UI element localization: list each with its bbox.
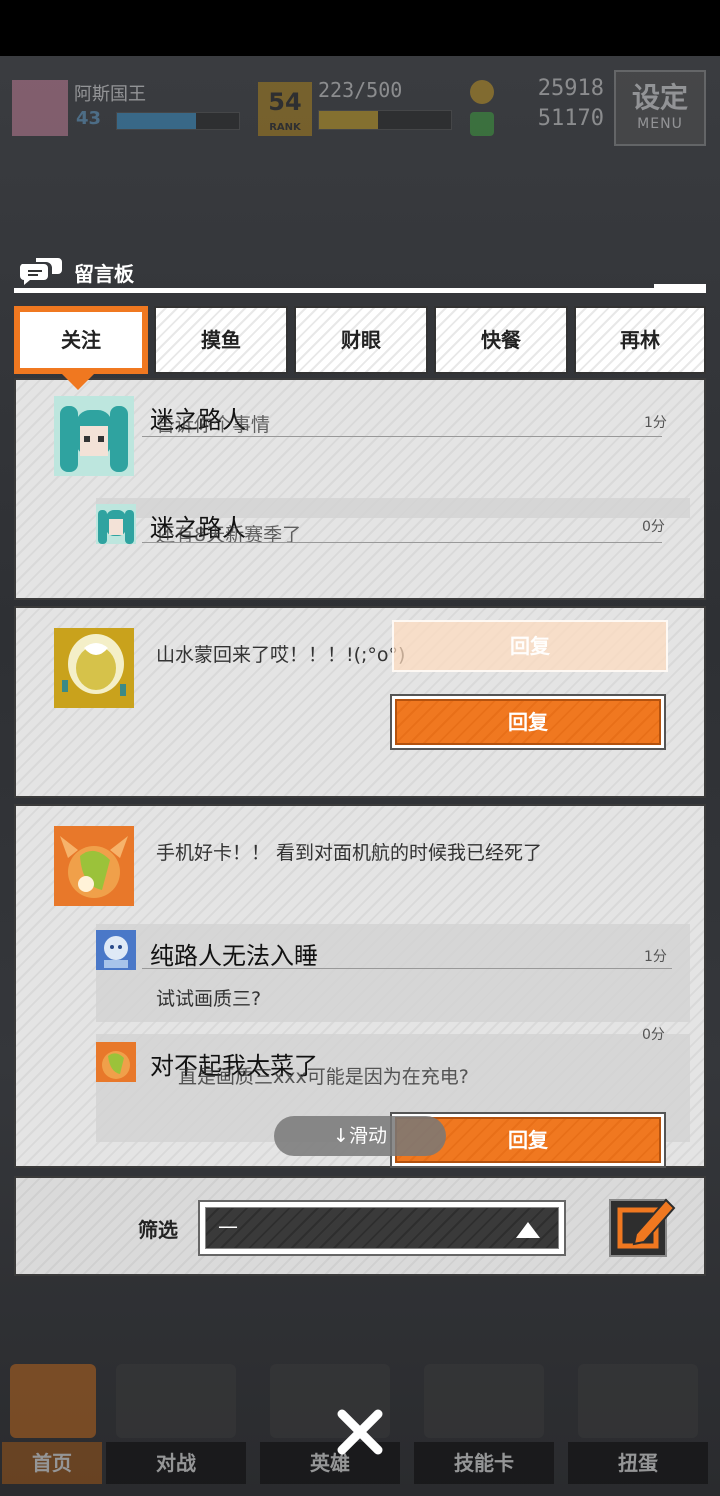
- gem-count: 51170: [537, 106, 604, 131]
- tab-zailin[interactable]: 再林: [574, 306, 706, 374]
- reply-time: 0分: [642, 1027, 665, 1043]
- top-hud: 阿斯国王 43 54 RANK 223/500 25918 51170 设定 ME…: [0, 62, 720, 152]
- rank-bar: [318, 110, 452, 130]
- player-avatar: [12, 80, 68, 136]
- filter-bar: 筛选 —: [14, 1176, 706, 1276]
- reply-message: 试试画质三?: [156, 988, 262, 1010]
- xp-bar-fill: [117, 113, 197, 129]
- filter-select[interactable]: —: [198, 1200, 566, 1256]
- post-message: 手机好卡！！ 看到对面机航的时候我已经死了: [156, 842, 543, 864]
- board-divider-accent: [654, 284, 706, 289]
- caret-up-icon: [516, 1222, 540, 1238]
- reply-time: 1分: [644, 949, 667, 965]
- avatar[interactable]: [54, 826, 134, 906]
- scroll-hint: ↓滑动: [274, 1116, 446, 1156]
- avatar[interactable]: [96, 1042, 136, 1082]
- home-icon: [10, 1364, 96, 1438]
- post-card: 迷之路人 告诉你个事情 1分 迷之路人 还有8天新赛季了 0分: [14, 378, 706, 600]
- nav-skill-cards[interactable]: 技能卡: [414, 1358, 554, 1488]
- gacha-icon: [578, 1364, 698, 1438]
- tab-follow[interactable]: 关注: [14, 306, 148, 374]
- tab-wealth[interactable]: 财眼: [294, 306, 428, 374]
- nav-battle[interactable]: 对战: [106, 1358, 246, 1488]
- post-card: 手机好卡！！ 看到对面机航的时候我已经死了 纯路人无法入睡 1分 试试画质三? …: [14, 804, 706, 1168]
- avatar[interactable]: [96, 930, 136, 970]
- menu-sub: MENU: [637, 116, 683, 132]
- reply-message: 直是画质三xxx可能是因为在充电?: [178, 1066, 469, 1088]
- gamepad-icon: [116, 1364, 236, 1438]
- nav-skill-cards-label: 技能卡: [414, 1442, 554, 1484]
- rank-bar-fill: [319, 111, 379, 129]
- menu-button[interactable]: 设定 MENU: [614, 70, 706, 146]
- board-header: 留言板: [14, 252, 706, 292]
- rank-count: 223/500: [318, 78, 403, 102]
- avatar[interactable]: [54, 396, 134, 476]
- post-time: 1分: [644, 415, 667, 431]
- divider: [142, 968, 672, 969]
- avatar[interactable]: [96, 504, 136, 544]
- nav-gacha[interactable]: 扭蛋: [568, 1358, 708, 1488]
- reply-button-ghost: 回复: [392, 620, 668, 672]
- coin-icon: [470, 80, 494, 104]
- reply-button[interactable]: 回复: [390, 694, 666, 750]
- rank-badge: 54 RANK: [258, 82, 312, 136]
- nav-home-label: 首页: [2, 1442, 102, 1484]
- board-title: 留言板: [74, 262, 134, 286]
- gem-icon: [470, 112, 494, 136]
- cards-icon: [424, 1364, 544, 1438]
- reply-author: 纯路人无法入睡: [150, 942, 318, 970]
- player-level: 43: [76, 108, 102, 129]
- board-divider: [14, 288, 706, 293]
- coin-count: 25918: [537, 76, 604, 101]
- divider: [142, 542, 662, 543]
- nav-gacha-label: 扭蛋: [568, 1442, 708, 1484]
- filter-value: —: [218, 1214, 238, 1238]
- active-tab-pointer: [62, 374, 94, 390]
- avatar[interactable]: [54, 628, 134, 708]
- compose-icon[interactable]: [608, 1188, 680, 1260]
- post-card: 山水蒙回来了哎！！！!(;°o°) 回复 回复: [14, 606, 706, 798]
- tab-bar: 关注 摸鱼 财眼 快餐 再林: [14, 306, 706, 374]
- filter-label: 筛选: [138, 1218, 178, 1242]
- chat-bubbles-icon: [20, 258, 62, 285]
- close-icon[interactable]: [332, 1404, 388, 1460]
- nav-battle-label: 对战: [106, 1442, 246, 1484]
- divider: [142, 436, 662, 437]
- status-bar: [0, 0, 720, 56]
- reply-time: 0分: [642, 519, 665, 535]
- post-message: 山水蒙回来了哎！！！!(;°o°): [156, 644, 406, 666]
- nav-home[interactable]: 首页: [2, 1358, 102, 1488]
- xp-bar: [116, 112, 240, 130]
- tab-slack[interactable]: 摸鱼: [154, 306, 288, 374]
- post-message: 告诉你个事情: [156, 414, 271, 436]
- player-name: 阿斯国王: [74, 84, 146, 105]
- menu-title: 设定: [631, 81, 688, 114]
- tab-fastfood[interactable]: 快餐: [434, 306, 568, 374]
